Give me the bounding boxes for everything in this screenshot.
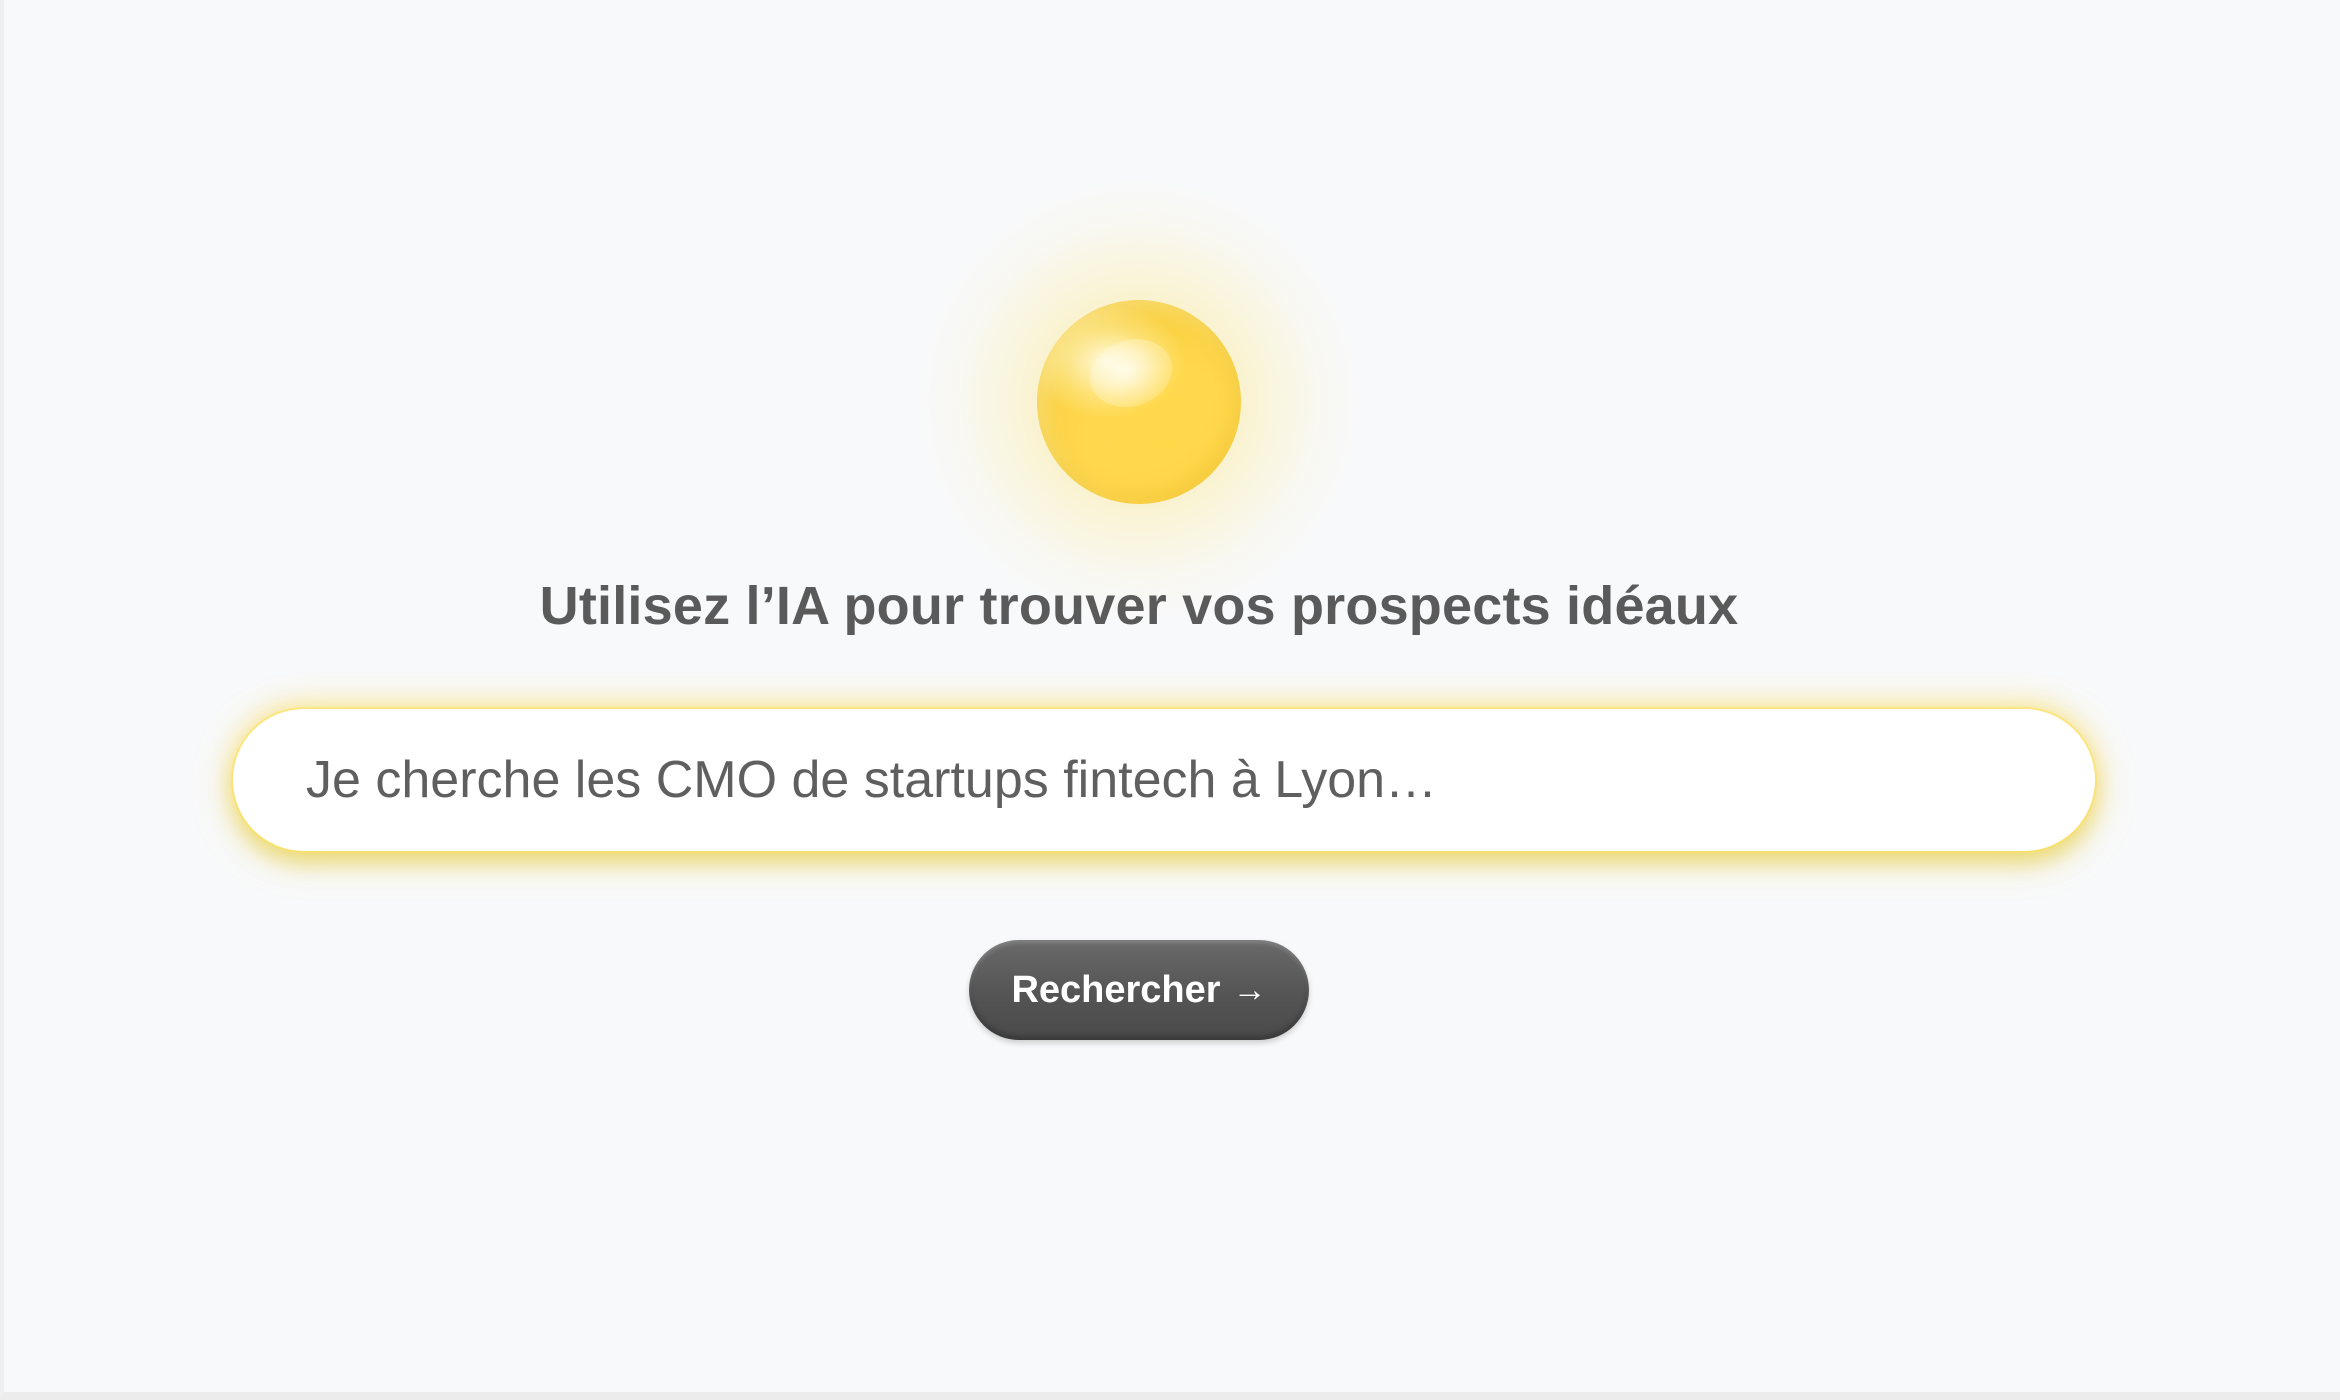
arrow-right-icon: → (1232, 971, 1267, 1009)
search-bar[interactable] (233, 709, 2095, 851)
search-input[interactable] (233, 709, 2095, 851)
search-button-label: Rechercher (1011, 968, 1221, 1011)
orb-highlight (1080, 328, 1182, 418)
sun-orb-icon (1037, 300, 1241, 504)
page-title: Utilisez l’IA pour trouver vos prospects… (539, 576, 1739, 636)
page: Utilisez l’IA pour trouver vos prospects… (0, 0, 2340, 1400)
search-button[interactable]: Rechercher → (969, 940, 1309, 1040)
